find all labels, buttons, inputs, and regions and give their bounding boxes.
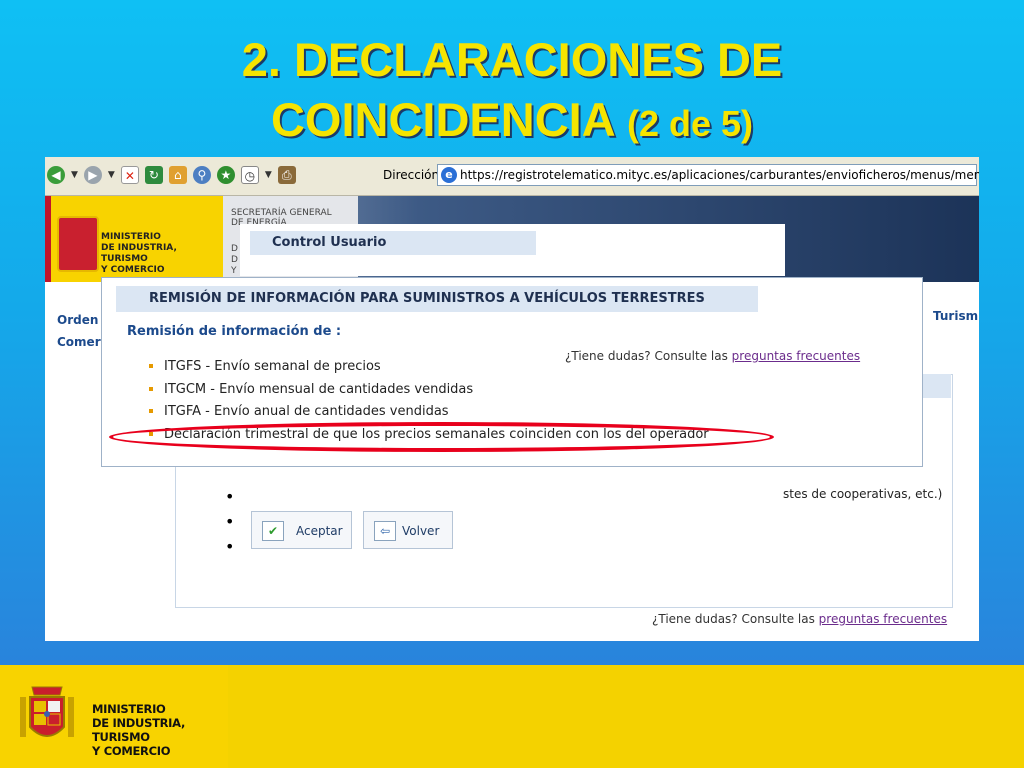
slide-title-line2: COINCIDENCIA (2 de 5) <box>0 90 1024 154</box>
back-icon[interactable]: ◀ <box>47 166 65 184</box>
ministry-logo: MINISTERIO DE INDUSTRIA, TURISMO Y COMER… <box>45 196 223 282</box>
footer-line3: Y COMERCIO <box>92 744 171 758</box>
browser-screenshot: ◀ ▼ ▶ ▼ ✕ ↻ ⌂ ⚲ ★ ◷ ▼ ⎙ Dirección e http… <box>45 157 979 641</box>
stop-icon[interactable]: ✕ <box>120 166 139 184</box>
back-label: Volver <box>402 524 440 538</box>
slide-title-main: COINCIDENCIA <box>270 93 614 146</box>
background-bullets: • • • <box>225 484 234 559</box>
footer-line1: MINISTERIO <box>92 702 166 716</box>
footer-bar: MINISTERIO DE INDUSTRIA, TURISMO Y COMER… <box>0 665 1024 768</box>
home-icon[interactable]: ⌂ <box>168 166 187 184</box>
search-icon[interactable]: ⚲ <box>192 166 211 184</box>
back-dropdown-icon[interactable]: ▼ <box>71 166 78 184</box>
logo-text: MINISTERIO DE INDUSTRIA, TURISMO Y COMER… <box>101 232 223 276</box>
back-button[interactable]: ⇦ Volver <box>363 511 453 549</box>
nav-link-turismo[interactable]: Turism <box>933 309 978 323</box>
dialog-help: ¿Tiene dudas? Consulte las preguntas fre… <box>565 349 860 363</box>
bullet: • <box>225 537 235 556</box>
history-icon[interactable]: ◷ <box>240 166 259 184</box>
bullet: • <box>225 487 235 506</box>
nav-link-orden[interactable]: Orden <box>57 309 101 331</box>
slide-title-page: (2 de 5) <box>626 103 754 144</box>
dialog-subtitle: Remisión de información de : <box>127 324 342 339</box>
faq-link-footer[interactable]: preguntas frecuentes <box>819 612 947 626</box>
coat-of-arms-icon <box>57 216 99 272</box>
accept-button[interactable]: ✔ Aceptar <box>251 511 352 549</box>
control-usuario-panel: Control Usuario <box>240 224 785 276</box>
dialog-help-text: ¿Tiene dudas? Consulte las <box>565 349 728 363</box>
footer-logo: MINISTERIO DE INDUSTRIA, TURISMO Y COMER… <box>0 665 228 768</box>
faq-link-dialog[interactable]: preguntas frecuentes <box>732 349 860 363</box>
nav-link-comer[interactable]: Comer <box>57 331 101 353</box>
accept-label: Aceptar <box>296 524 343 538</box>
help-footer: ¿Tiene dudas? Consulte las preguntas fre… <box>652 612 947 626</box>
dialog-title: REMISIÓN DE INFORMACIÓN PARA SUMINISTROS… <box>116 286 758 312</box>
slide-title-line1: 2. DECLARACIONES DE <box>241 33 783 86</box>
footer-line2: DE INDUSTRIA, TURISMO <box>92 716 186 744</box>
address-url[interactable]: https://registrotelematico.mityc.es/apli… <box>460 168 979 182</box>
bullet: • <box>225 512 235 531</box>
print-icon[interactable]: ⎙ <box>277 166 296 184</box>
option-itgcm[interactable]: ITGCM - Envío mensual de cantidades vend… <box>147 379 709 402</box>
forward-dropdown-icon[interactable]: ▼ <box>108 166 115 184</box>
highlight-ellipse <box>109 422 774 452</box>
cooperativas-text: stes de cooperativas, etc.) <box>783 487 943 501</box>
forward-icon[interactable]: ▶ <box>83 166 102 184</box>
toolbar-icons: ◀ ▼ ▶ ▼ ✕ ↻ ⌂ ⚲ ★ ◷ ▼ ⎙ <box>47 166 296 184</box>
coat-of-arms-icon <box>20 686 74 737</box>
address-label: Dirección <box>383 168 440 182</box>
control-usuario-title: Control Usuario <box>250 231 536 255</box>
option-itgfa[interactable]: ITGFA - Envío anual de cantidades vendid… <box>147 401 709 424</box>
footer-ministry-text: MINISTERIO DE INDUSTRIA, TURISMO Y COMER… <box>92 702 228 758</box>
logo-line1: MINISTERIO <box>101 232 161 242</box>
logo-red-stripe <box>45 196 51 282</box>
back-arrow-icon: ⇦ <box>374 521 396 541</box>
secretaria-line1: SECRETARÍA GENERAL <box>231 208 332 218</box>
slide-title: 2. DECLARACIONES DE COINCIDENCIA (2 de 5… <box>0 30 1024 154</box>
secretaria-d2: D <box>231 255 238 265</box>
refresh-icon[interactable]: ↻ <box>144 166 163 184</box>
address-bar[interactable]: e https://registrotelematico.mityc.es/ap… <box>437 164 979 186</box>
checkmark-icon: ✔ <box>262 521 284 541</box>
help-footer-text: ¿Tiene dudas? Consulte las <box>652 612 815 626</box>
secretaria-d1: D <box>231 244 238 254</box>
browser-toolbar: ◀ ▼ ▶ ▼ ✕ ↻ ⌂ ⚲ ★ ◷ ▼ ⎙ Dirección e http… <box>45 157 979 196</box>
logo-line2: DE INDUSTRIA, TURISMO <box>101 243 177 264</box>
secretaria-letters: D D Y <box>231 244 238 277</box>
history-dropdown-icon[interactable]: ▼ <box>265 166 272 184</box>
secretaria-d3: Y <box>231 266 237 276</box>
ie-icon: e <box>441 167 457 183</box>
favorites-icon[interactable]: ★ <box>216 166 235 184</box>
logo-line3: Y COMERCIO <box>101 265 165 275</box>
nav-links-left: Orden Comer <box>57 309 101 353</box>
